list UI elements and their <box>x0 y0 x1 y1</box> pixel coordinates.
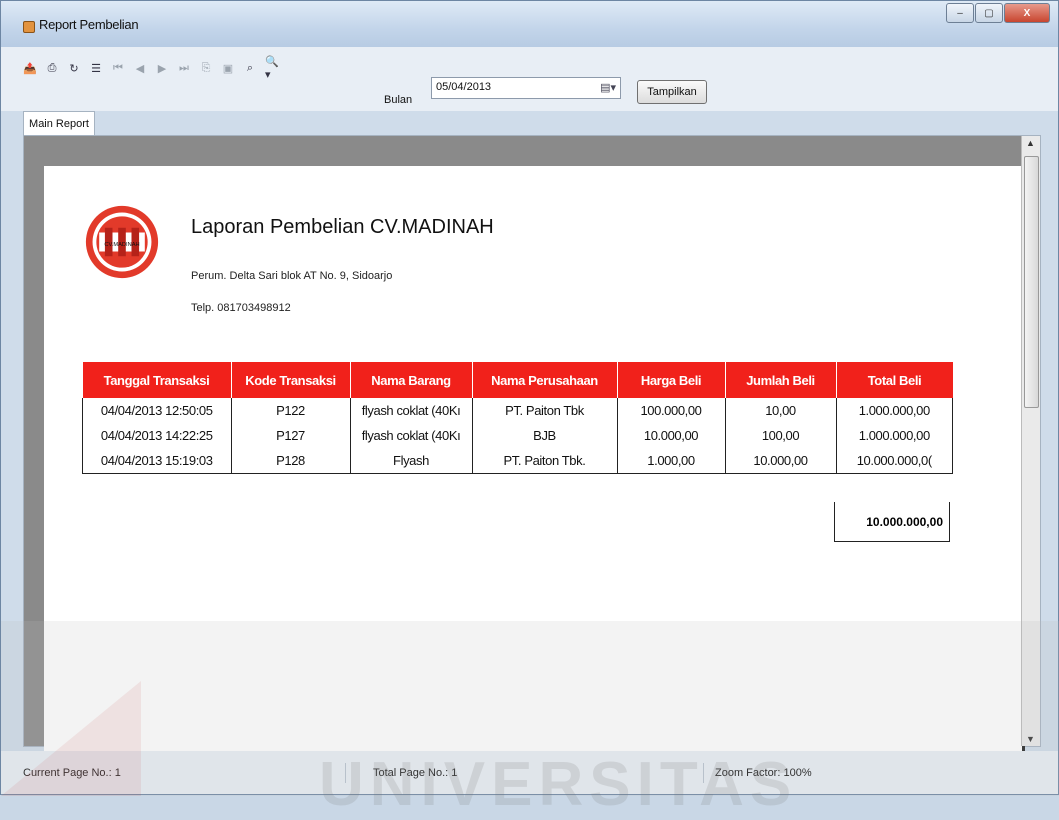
toolbar-icons: 📤 ⎙ ↻ ☰ ⏮ ◀ ▶ ⏭ ⎘ ▣ ⌕ 🔍▾ <box>23 56 287 81</box>
cell-jumlah: 100,00 <box>725 423 837 448</box>
cell-kode: P128 <box>231 448 351 474</box>
status-bar: Current Page No.: 1 Total Page No.: 1 Zo… <box>1 751 1058 794</box>
last-page-icon[interactable]: ⏭ <box>177 61 191 75</box>
cell-kode: P127 <box>231 423 351 448</box>
window-controls: – ▢ X <box>945 3 1050 23</box>
bulan-label: Bulan <box>384 94 413 106</box>
cell-barang: flyash coklat (40Kı <box>350 398 473 423</box>
logo-text: CV.MADINAH <box>104 242 139 248</box>
col-nama-barang: Nama Barang <box>350 362 473 398</box>
goto-page-icon[interactable]: ⎘ <box>199 61 213 75</box>
window-title: Report Pembelian <box>39 17 139 32</box>
cell-perusahaan: PT. Paiton Tbk. <box>472 448 618 474</box>
cell-kode: P122 <box>231 398 351 423</box>
title-bar[interactable]: Report Pembelian – ▢ X <box>1 1 1058 47</box>
tree-toggle-icon[interactable]: ☰ <box>89 61 103 75</box>
cell-harga: 1.000,00 <box>617 448 726 474</box>
maximize-button[interactable]: ▢ <box>975 3 1003 23</box>
current-page-status: Current Page No.: 1 <box>21 763 346 783</box>
col-nama-perusahaan: Nama Perusahaan <box>472 362 618 398</box>
cell-total: 1.000.000,00 <box>836 398 953 423</box>
scroll-thumb[interactable] <box>1024 156 1039 408</box>
zoom-status: Zoom Factor: 100% <box>715 767 812 779</box>
zoom-icon[interactable]: 🔍▾ <box>265 56 279 81</box>
cell-tanggal: 04/04/2013 14:22:25 <box>82 423 232 448</box>
table-row: 04/04/2013 14:22:25 P127 flyash coklat (… <box>82 423 953 448</box>
table-row: 04/04/2013 12:50:05 P122 flyash coklat (… <box>82 398 953 423</box>
report-address: Perum. Delta Sari blok AT No. 9, Sidoarj… <box>191 270 393 282</box>
export-icon[interactable]: 📤 <box>23 61 37 75</box>
app-icon <box>23 21 35 33</box>
cell-total: 10.000.000,0( <box>836 448 953 474</box>
close-button[interactable]: X <box>1004 3 1050 23</box>
report-toolbar: 📤 ⎙ ↻ ☰ ⏮ ◀ ▶ ⏭ ⎘ ▣ ⌕ 🔍▾ Bulan 05/04/201… <box>1 47 1058 111</box>
cell-tanggal: 04/04/2013 12:50:05 <box>82 398 232 423</box>
cell-barang: flyash coklat (40Kı <box>350 423 473 448</box>
report-telp: Telp. 081703498912 <box>191 302 291 314</box>
report-viewer: CV.MADINAH Laporan Pembelian CV.MADINAH … <box>23 135 1041 766</box>
col-total-beli: Total Beli <box>836 362 953 398</box>
cell-barang: Flyash <box>350 448 473 474</box>
col-tanggal-transaksi: Tanggal Transaksi <box>82 362 232 398</box>
table-header-row: Tanggal Transaksi Kode Transaksi Nama Ba… <box>82 362 953 398</box>
calendar-dropdown-icon[interactable]: ▤▾ <box>600 81 616 94</box>
table-row: 04/04/2013 15:19:03 P128 Flyash PT. Pait… <box>82 448 953 474</box>
cell-jumlah: 10.000,00 <box>725 448 837 474</box>
tampilkan-button[interactable]: Tampilkan <box>637 80 707 104</box>
col-harga-beli: Harga Beli <box>617 362 726 398</box>
cell-jumlah: 10,00 <box>725 398 837 423</box>
search-icon[interactable]: ⌕ <box>243 61 257 75</box>
stop-icon[interactable]: ▣ <box>221 61 235 75</box>
cell-total: 1.000.000,00 <box>836 423 953 448</box>
refresh-icon[interactable]: ↻ <box>67 61 81 75</box>
report-window: Report Pembelian – ▢ X 📤 ⎙ ↻ ☰ ⏮ ◀ ▶ ⏭ ⎘… <box>0 0 1059 819</box>
vertical-scrollbar[interactable]: ▲ ▼ <box>1021 136 1040 746</box>
cell-perusahaan: PT. Paiton Tbk <box>472 398 618 423</box>
report-title: Laporan Pembelian CV.MADINAH <box>191 216 494 238</box>
cell-tanggal: 04/04/2013 15:19:03 <box>82 448 232 474</box>
first-page-icon[interactable]: ⏮ <box>111 61 125 75</box>
total-page-status: Total Page No.: 1 <box>371 763 704 783</box>
col-kode-transaksi: Kode Transaksi <box>231 362 351 398</box>
print-icon[interactable]: ⎙ <box>45 61 59 75</box>
col-jumlah-beli: Jumlah Beli <box>725 362 837 398</box>
prev-page-icon[interactable]: ◀ <box>133 61 147 75</box>
company-logo: CV.MADINAH <box>85 205 159 279</box>
date-value: 05/04/2013 <box>436 81 492 93</box>
next-page-icon[interactable]: ▶ <box>155 61 169 75</box>
report-page: CV.MADINAH Laporan Pembelian CV.MADINAH … <box>44 166 1025 766</box>
scroll-up-icon[interactable]: ▲ <box>1026 138 1035 148</box>
cell-harga: 100.000,00 <box>617 398 726 423</box>
grand-total: 10.000.000,00 <box>834 502 950 542</box>
cell-perusahaan: BJB <box>472 423 618 448</box>
cell-harga: 10.000,00 <box>617 423 726 448</box>
date-picker[interactable]: 05/04/2013 ▤▾ <box>431 77 621 99</box>
purchase-table: Tanggal Transaksi Kode Transaksi Nama Ba… <box>82 362 953 474</box>
minimize-button[interactable]: – <box>946 3 974 23</box>
tab-main-report[interactable]: Main Report <box>23 111 95 136</box>
scroll-down-icon[interactable]: ▼ <box>1026 734 1035 744</box>
